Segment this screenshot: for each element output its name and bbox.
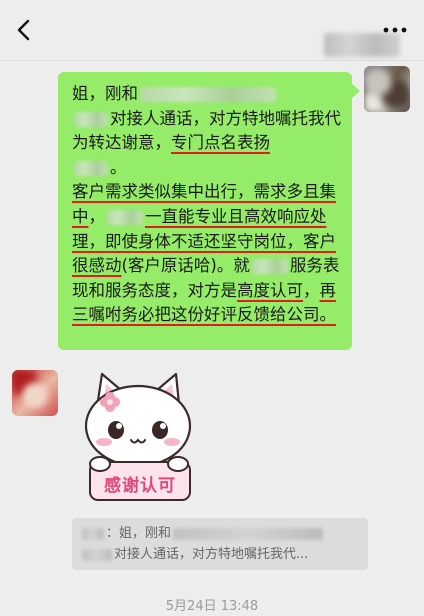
chat-title <box>150 16 400 57</box>
redacted-name <box>251 259 288 275</box>
thanks-sticker[interactable]: 感谢认可 <box>74 366 204 506</box>
chat-header <box>0 0 424 61</box>
redacted-name <box>140 87 276 102</box>
highlight-praise-name <box>72 158 110 177</box>
bubble-tail <box>352 84 360 98</box>
chevron-left-icon <box>17 19 30 41</box>
more-dots-icon <box>383 27 407 33</box>
redacted-name <box>107 209 143 225</box>
more-button[interactable] <box>378 14 412 46</box>
highlight-recognition: 高度认可 <box>237 280 303 300</box>
sticker-caption: 感谢认可 <box>104 476 176 496</box>
back-button[interactable] <box>8 14 40 46</box>
sender-avatar[interactable] <box>12 370 58 416</box>
redacted-name <box>74 111 108 127</box>
message-bubble[interactable]: 姐，刚和 对接人通话，对方特地嘱托我代为转达谢意，专门点名表扬。客户需求类似集中出… <box>58 72 352 350</box>
quoted-message[interactable]: ：姐，刚和 对接人通话，对方特地嘱托我代... <box>72 518 368 570</box>
highlight-praise: 专门点名表扬 <box>171 133 270 153</box>
message-text: 姐，刚和 对接人通话，对方特地嘱托我代为转达谢意，专门点名表扬。客户需求类似集中出… <box>72 84 341 325</box>
quote-line-1: ：姐，刚和 <box>80 523 360 544</box>
timestamp: 5月24日 13:48 <box>165 599 259 614</box>
quote-line-2: 对接人通话，对方特地嘱托我代... <box>80 544 360 565</box>
my-avatar[interactable] <box>364 66 410 112</box>
